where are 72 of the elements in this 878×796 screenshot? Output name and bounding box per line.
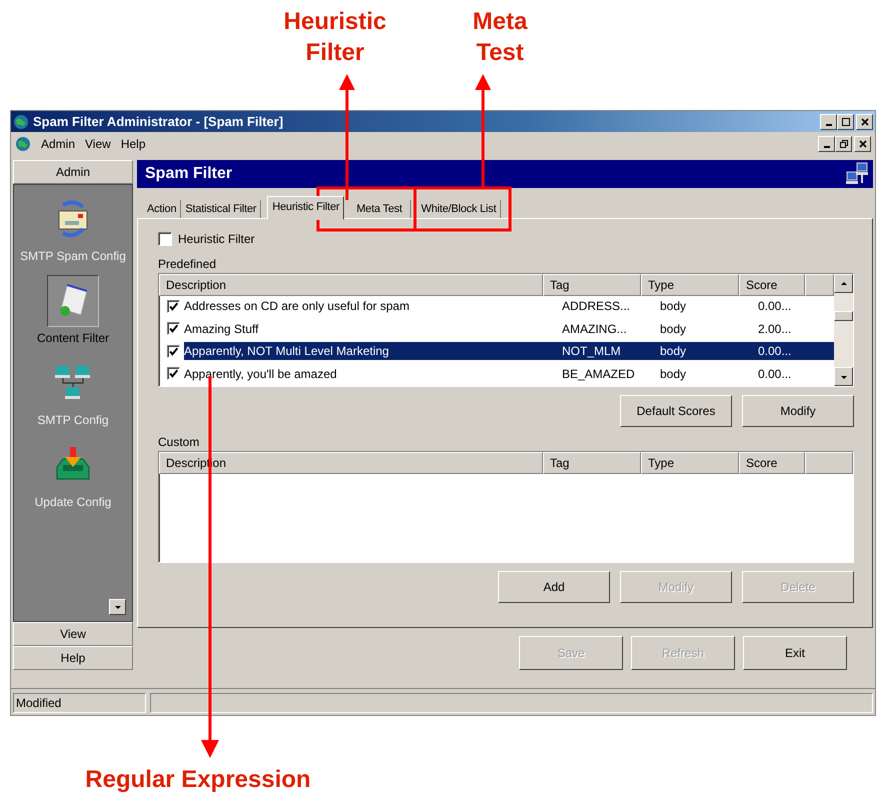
close-button[interactable] xyxy=(854,136,871,152)
column-header[interactable]: Type xyxy=(641,274,739,296)
column-header[interactable]: Type xyxy=(641,452,739,474)
table-cell-text: body xyxy=(659,344,688,358)
status-text: Modified xyxy=(13,693,146,713)
table-row[interactable]: Amazing Stuff AMAZING... body 2.00... xyxy=(184,320,834,338)
minimize-button[interactable] xyxy=(818,136,835,152)
table-row[interactable]: Apparently, you'll be amazed BE_AMAZED body 0.00... xyxy=(184,364,834,383)
table-row[interactable]: Addresses on CD are only useful for spam ADDRESS... body 0.00... xyxy=(184,297,834,316)
column-header[interactable]: Tag xyxy=(543,274,641,296)
callout-label: Regular Expression xyxy=(84,765,312,795)
menu-item[interactable]: Help xyxy=(120,137,146,151)
callout-label: Heuristic Filter xyxy=(282,7,388,68)
table-cell-text: 0.00... xyxy=(757,366,792,381)
table-cell-text: 0.00... xyxy=(757,299,792,314)
checkbox[interactable] xyxy=(158,232,172,246)
tab[interactable]: White/Block List xyxy=(417,200,502,218)
sidebar-section-button[interactable]: Help xyxy=(13,646,133,670)
menu-item[interactable]: View xyxy=(85,137,111,151)
table-cell-text: Apparently, NOT Multi Level Marketing xyxy=(184,344,390,358)
panel-title: Spam Filter xyxy=(145,165,232,183)
network-icon xyxy=(845,162,869,186)
column-header[interactable]: Description xyxy=(159,274,543,296)
maximize-icon xyxy=(840,116,850,126)
column-header[interactable]: Tag xyxy=(543,452,641,474)
scroll-down-button[interactable] xyxy=(109,599,126,615)
table-cell-text: AMAZING... xyxy=(561,322,628,336)
table-cell-text: NOT_MLM xyxy=(561,344,622,358)
close-icon xyxy=(860,116,870,126)
dialog-button[interactable]: Exit xyxy=(743,636,847,670)
table-cell-text: ADDRESS... xyxy=(561,299,632,314)
tab[interactable]: Action xyxy=(143,200,182,218)
globe-icon xyxy=(15,136,31,152)
maximize-button[interactable] xyxy=(837,114,854,130)
table-cell-text: BE_AMAZED xyxy=(561,366,636,381)
tab[interactable]: Statistical Filter xyxy=(181,200,262,218)
group-label: Custom xyxy=(158,435,200,451)
scroll-down-button[interactable] xyxy=(834,367,853,386)
minimize-button[interactable] xyxy=(820,114,837,130)
table-cell-text: body xyxy=(659,322,688,336)
dialog-button[interactable]: Modify xyxy=(742,395,854,427)
table-cell-text: 0.00... xyxy=(757,344,792,358)
minimize-icon xyxy=(826,124,832,126)
minimize-icon xyxy=(824,146,830,148)
sidebar-item-label[interactable]: Content Filter xyxy=(36,331,110,345)
column-header[interactable]: Score xyxy=(739,452,805,474)
tab[interactable]: Meta Test xyxy=(352,200,412,218)
callout-label: Meta Test xyxy=(472,7,528,68)
scroll-thumb[interactable] xyxy=(834,311,853,321)
column-header[interactable]: Score xyxy=(739,274,805,296)
sidebar-header[interactable]: Admin xyxy=(13,160,133,184)
tab[interactable]: Heuristic Filter xyxy=(267,196,344,220)
menu-item[interactable]: Admin xyxy=(41,137,76,151)
table-cell-text: Addresses on CD are only useful for spam xyxy=(184,299,410,314)
window-title: Spam Filter Administrator - [Spam Filter] xyxy=(33,114,284,129)
table-cell-text: Apparently, you'll be amazed xyxy=(184,366,338,381)
checkbox-label[interactable]: Heuristic Filter xyxy=(178,232,255,246)
close-icon xyxy=(858,139,868,149)
globe-icon xyxy=(13,114,29,130)
table-cell-text: body xyxy=(659,366,688,381)
sidebar-section-button[interactable]: View xyxy=(13,622,133,646)
table-cell-text: Amazing Stuff xyxy=(184,322,260,336)
table-row[interactable]: Apparently, NOT Multi Level Marketing NOT_MLM body 0.00... xyxy=(184,342,834,360)
dialog-button[interactable]: Default Scores xyxy=(620,395,732,427)
restore-icon xyxy=(838,139,848,149)
table-cell-text: 2.00... xyxy=(757,322,792,336)
dialog-button[interactable]: Add xyxy=(498,571,610,603)
scroll-up-button[interactable] xyxy=(834,274,853,293)
restore-button[interactable] xyxy=(835,136,852,152)
close-button[interactable] xyxy=(856,114,873,130)
table-cell-text: body xyxy=(659,299,688,314)
group-label: Predefined xyxy=(158,257,218,273)
